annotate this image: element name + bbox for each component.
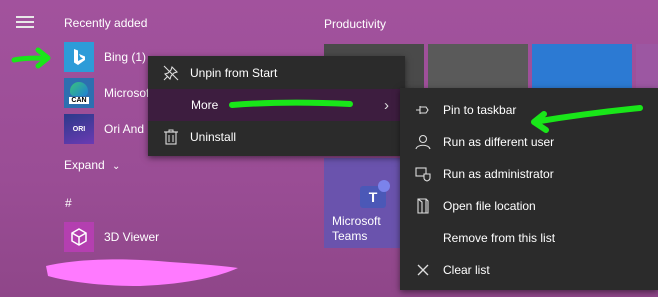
green-arrow-pin [531,105,643,133]
pink-scribble [46,259,238,286]
green-stroke-more [229,99,353,108]
annotation-overlay [11,47,643,286]
green-arrow-bing [11,47,51,69]
